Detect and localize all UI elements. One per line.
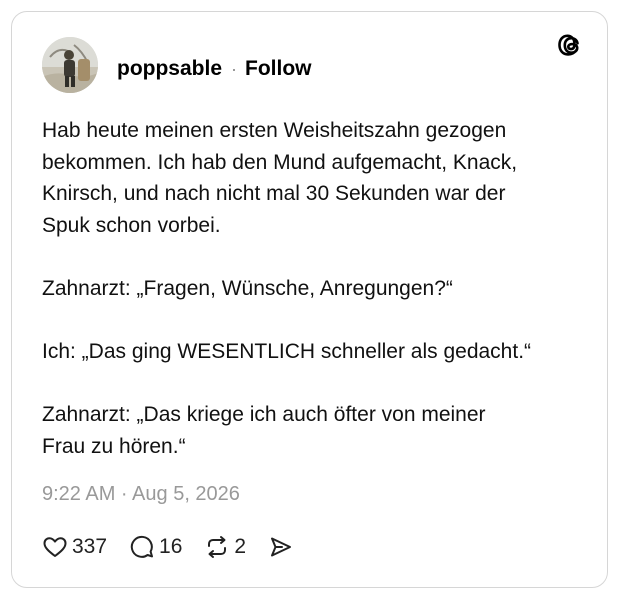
repost-icon (204, 534, 230, 560)
like-count: 337 (72, 535, 108, 558)
reply-count: 16 (159, 535, 183, 558)
reply-button[interactable]: 16 (129, 534, 182, 560)
avatar[interactable] (42, 37, 98, 93)
repost-button[interactable]: 2 (204, 534, 246, 560)
username[interactable]: poppsable (117, 57, 222, 81)
share-button[interactable] (268, 534, 294, 560)
repost-count: 2 (234, 535, 247, 558)
post-header: poppsable · Follow (117, 56, 312, 82)
like-button[interactable]: 337 (42, 534, 107, 560)
post-timestamp[interactable]: 9:22 AM · Aug 5, 2026 (42, 483, 240, 506)
follow-button[interactable]: Follow (245, 57, 312, 81)
heart-icon (42, 534, 68, 560)
comment-icon (129, 534, 155, 560)
post-body: Hab heute meinen ersten Weisheitszahn ge… (42, 119, 532, 458)
separator-dot: · (231, 58, 238, 79)
avatar-photo (42, 37, 98, 93)
threads-logo-icon[interactable] (556, 30, 586, 60)
send-icon (268, 534, 294, 560)
action-bar: 337 16 2 (42, 532, 316, 562)
